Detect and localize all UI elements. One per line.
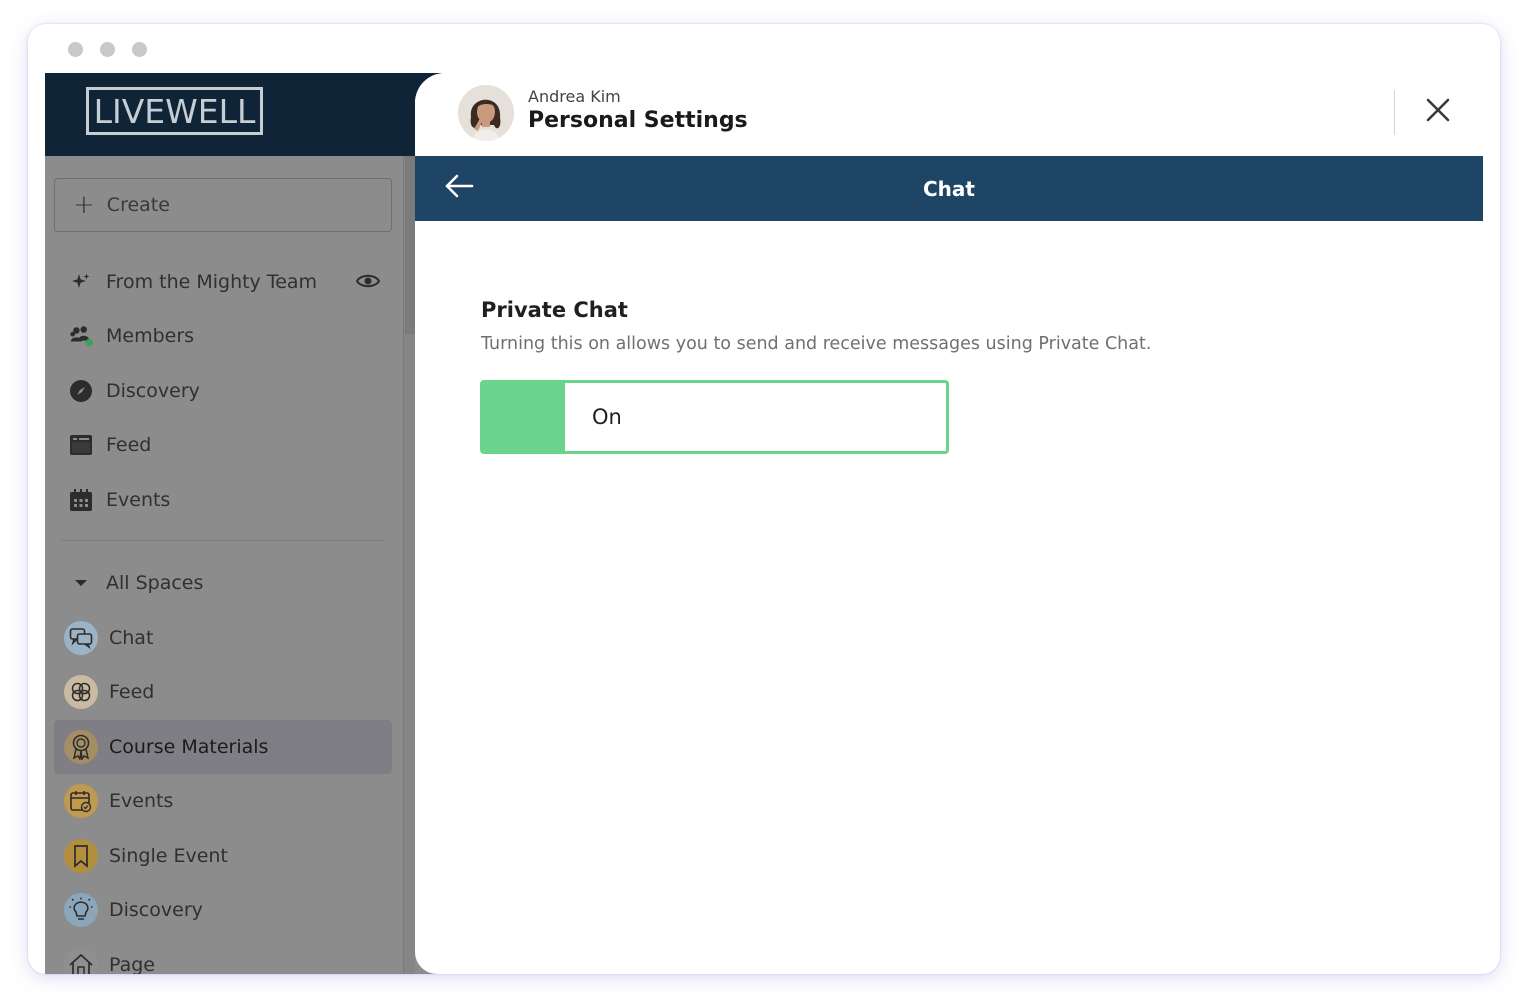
toggle-indicator: [483, 383, 565, 451]
plus-icon: +: [73, 190, 95, 220]
space-item-label: Chat: [109, 627, 154, 649]
brand-bar: LIVEWELL: [45, 73, 445, 156]
page-title: Personal Settings: [528, 108, 748, 133]
sidebar-item-label: Feed: [106, 434, 152, 456]
close-button[interactable]: [1423, 97, 1453, 127]
space-item-label: Single Event: [109, 845, 228, 867]
award-ribbon-icon: [64, 730, 98, 764]
panel-header: Andrea Kim Personal Settings: [415, 73, 1483, 156]
space-item-discovery[interactable]: Discovery: [54, 883, 392, 937]
space-item-label: Course Materials: [109, 736, 269, 758]
feed-icon: [69, 433, 93, 457]
toggle-label: On: [592, 405, 622, 429]
window-dot-close[interactable]: [68, 42, 83, 57]
space-item-page[interactable]: Page: [54, 938, 392, 974]
space-item-events[interactable]: Events: [54, 774, 392, 828]
private-chat-description: Turning this on allows you to send and r…: [481, 334, 1152, 354]
space-item-course-materials[interactable]: Course Materials: [54, 720, 392, 774]
space-item-chat[interactable]: Chat: [54, 611, 392, 665]
sidebar-item-from-the-mighty-team[interactable]: From the Mighty Team: [54, 255, 392, 309]
sidebar-divider: [62, 540, 384, 541]
back-button[interactable]: [443, 172, 475, 204]
private-chat-toggle[interactable]: On: [480, 380, 949, 454]
window-controls: [68, 42, 147, 57]
all-spaces-label: All Spaces: [106, 572, 204, 594]
sidebar-item-label: Members: [106, 325, 195, 347]
compass-icon: [69, 379, 93, 403]
browser-window: LIVEWELL + Create From the Mighty Team M…: [28, 24, 1500, 974]
private-chat-title: Private Chat: [481, 298, 628, 322]
sidebar: + Create From the Mighty Team Members Di…: [45, 156, 403, 974]
sidebar-item-events[interactable]: Events: [54, 473, 392, 527]
calendar-check-icon: [64, 784, 98, 818]
avatar: [458, 85, 514, 141]
flower-icon: [64, 675, 98, 709]
sidebar-item-discovery[interactable]: Discovery: [54, 364, 392, 418]
space-item-feed[interactable]: Feed: [54, 665, 392, 719]
personal-settings-panel: Andrea Kim Personal Settings Chat Privat: [415, 73, 1483, 974]
space-item-label: Events: [109, 790, 174, 812]
window-dot-maximize[interactable]: [132, 42, 147, 57]
all-spaces-toggle[interactable]: All Spaces: [54, 556, 392, 610]
space-item-label: Page: [109, 954, 155, 974]
chat-bubbles-icon: [64, 621, 98, 655]
subheader-title: Chat: [923, 176, 975, 201]
people-icon: [69, 324, 93, 348]
lightbulb-icon: [64, 893, 98, 927]
livewell-logo[interactable]: LIVEWELL: [86, 87, 263, 135]
space-item-label: Discovery: [109, 899, 203, 921]
create-button[interactable]: + Create: [54, 178, 392, 232]
header-separator: [1394, 90, 1395, 135]
sidebar-scrollbar[interactable]: [405, 156, 415, 334]
space-item-label: Feed: [109, 681, 155, 703]
sidebar-item-label: From the Mighty Team: [106, 271, 318, 293]
sidebar-item-label: Discovery: [106, 380, 200, 402]
bookmark-icon: [64, 839, 98, 873]
eye-icon[interactable]: [355, 272, 381, 295]
create-button-label: Create: [106, 194, 170, 216]
sidebar-item-members[interactable]: Members: [54, 309, 392, 363]
home-icon: [64, 948, 98, 974]
sparkles-icon: [69, 270, 93, 294]
close-icon: [1425, 97, 1451, 127]
space-item-single-event[interactable]: Single Event: [54, 829, 392, 883]
app-container: LIVEWELL + Create From the Mighty Team M…: [45, 73, 1483, 974]
window-dot-minimize[interactable]: [100, 42, 115, 57]
sidebar-item-label: Events: [106, 489, 171, 511]
calendar-icon: [69, 488, 93, 512]
arrow-left-icon: [444, 173, 474, 203]
caret-down-icon: [69, 571, 93, 595]
user-name: Andrea Kim: [528, 87, 621, 106]
settings-subheader: Chat: [415, 156, 1483, 221]
sidebar-item-feed[interactable]: Feed: [54, 418, 392, 472]
